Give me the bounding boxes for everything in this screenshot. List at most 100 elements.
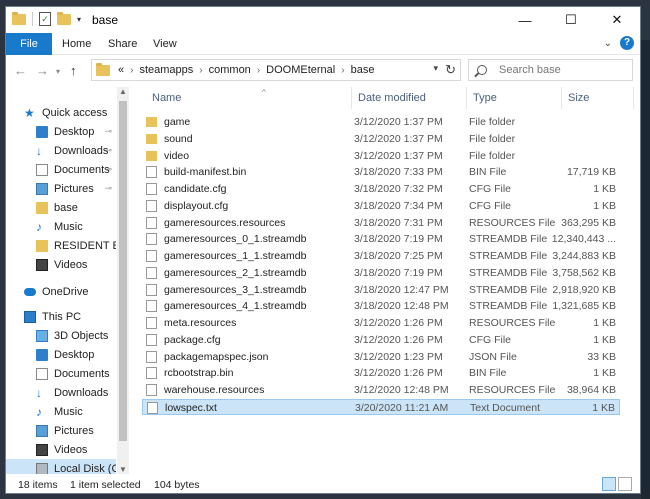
chevron-right-icon[interactable]: › bbox=[199, 65, 202, 76]
file-date: 3/12/2020 1:26 PM bbox=[354, 317, 443, 329]
close-button[interactable]: ✕ bbox=[594, 7, 640, 33]
sidebar-item[interactable]: ↓ Downloads ⊸ bbox=[6, 141, 116, 160]
table-row[interactable]: gameresources_0_1.streamdb 3/18/2020 7:19… bbox=[142, 231, 620, 248]
sidebar-item[interactable]: Pictures ⊸ bbox=[6, 179, 116, 198]
table-row[interactable]: warehouse.resources 3/12/2020 12:48 PM RES… bbox=[142, 382, 620, 399]
table-row[interactable]: package.cfg 3/12/2020 1:26 PM CFG File 1 KB bbox=[142, 332, 620, 349]
breadcrumb-item[interactable]: steamapps bbox=[139, 64, 193, 76]
minimize-button[interactable]: — bbox=[502, 7, 548, 33]
nav-scrollbar[interactable]: ▲ ▼ bbox=[117, 87, 129, 474]
table-row[interactable]: gameresources_2_1.streamdb 3/18/2020 7:19… bbox=[142, 265, 620, 282]
folder-icon bbox=[36, 201, 48, 214]
tab-share[interactable]: Share bbox=[98, 33, 147, 55]
sidebar-item[interactable]: RESIDENT EVIL 2 bbox=[6, 236, 116, 255]
chevron-right-icon[interactable]: › bbox=[257, 65, 260, 76]
file-name: gameresources_3_1.streamdb bbox=[164, 283, 307, 296]
sidebar-item[interactable]: Desktop bbox=[6, 345, 116, 364]
address-dropdown-icon[interactable]: ▾ bbox=[433, 63, 438, 74]
computer-icon bbox=[24, 310, 36, 323]
column-header-date[interactable]: Date modified bbox=[352, 87, 467, 109]
scroll-thumb[interactable] bbox=[119, 101, 127, 441]
properties-icon[interactable]: ✓ bbox=[39, 12, 51, 26]
sidebar-item[interactable]: OneDrive bbox=[6, 282, 116, 301]
details-view-button[interactable] bbox=[602, 477, 616, 491]
videos-icon bbox=[36, 443, 48, 456]
table-row[interactable]: gameresources_3_1.streamdb 3/18/2020 12:4… bbox=[142, 282, 620, 299]
column-label: Date modified bbox=[358, 92, 426, 104]
file-name: gameresources_4_1.streamdb bbox=[164, 300, 307, 313]
table-row[interactable]: gameresources_1_1.streamdb 3/18/2020 7:25… bbox=[142, 248, 620, 265]
recent-locations-icon[interactable]: ▾ bbox=[56, 67, 60, 76]
table-row[interactable]: lowspec.txt 3/20/2020 11:21 AM Text Docume… bbox=[142, 398, 620, 416]
file-icon bbox=[146, 266, 157, 279]
sidebar-item[interactable]: ♪ Music bbox=[6, 217, 116, 236]
table-row[interactable]: packagemapspec.json 3/12/2020 1:23 PM JSON… bbox=[142, 349, 620, 366]
download-icon: ↓ bbox=[36, 143, 42, 158]
table-row[interactable]: gameresources_4_1.streamdb 3/18/2020 12:4… bbox=[142, 298, 620, 315]
desktop-icon bbox=[36, 348, 48, 361]
file-icon bbox=[146, 199, 157, 212]
scroll-down-icon[interactable]: ▼ bbox=[119, 465, 127, 474]
help-icon[interactable]: ? bbox=[620, 36, 634, 50]
file-size: 1 KB bbox=[593, 367, 616, 380]
sidebar-item[interactable]: Documents ⊸ bbox=[6, 160, 116, 179]
new-folder-icon[interactable] bbox=[57, 11, 71, 25]
table-row[interactable]: rcbootstrap.bin 3/12/2020 1:26 PM BIN File… bbox=[142, 365, 620, 382]
sidebar-item[interactable]: ↓ Downloads bbox=[6, 383, 116, 402]
maximize-button[interactable]: ☐ bbox=[548, 7, 594, 33]
tab-file[interactable]: File bbox=[6, 33, 52, 55]
table-row[interactable]: gameresources.resources 3/18/2020 7:31 PM… bbox=[142, 215, 620, 232]
music-icon: ♪ bbox=[36, 219, 42, 234]
up-arrow-icon[interactable]: ↑ bbox=[70, 63, 77, 78]
file-size: 1 KB bbox=[593, 317, 616, 329]
sidebar-item-label: OneDrive bbox=[42, 285, 89, 298]
breadcrumb-overflow[interactable]: « bbox=[118, 64, 124, 76]
breadcrumb-item[interactable]: DOOMEternal bbox=[266, 64, 335, 76]
customize-toolbar-icon[interactable]: ▾ bbox=[77, 15, 81, 24]
breadcrumb-item[interactable]: base bbox=[351, 64, 375, 76]
address-row: ← → ▾ ↑ « › steamapps › common › DOOMEte… bbox=[6, 55, 640, 85]
table-row[interactable]: meta.resources 3/12/2020 1:26 PM RESOURCES… bbox=[142, 315, 620, 332]
file-size: 363,295 KB bbox=[561, 216, 616, 229]
table-row[interactable]: build-manifest.bin 3/18/2020 7:33 PM BIN F… bbox=[142, 164, 620, 181]
file-size: 1 KB bbox=[593, 333, 616, 346]
large-icons-view-button[interactable] bbox=[618, 477, 632, 491]
scroll-up-icon[interactable]: ▲ bbox=[119, 87, 127, 96]
sidebar-item[interactable]: Desktop ⊸ bbox=[6, 122, 116, 141]
table-row[interactable]: candidate.cfg 3/18/2020 7:32 PM CFG File 1 … bbox=[142, 181, 620, 198]
sidebar-item[interactable]: Videos bbox=[6, 440, 116, 459]
sidebar-item[interactable]: 3D Objects bbox=[6, 326, 116, 345]
table-row[interactable]: sound 3/12/2020 1:37 PM File folder bbox=[142, 131, 620, 148]
window-title: base bbox=[92, 13, 119, 27]
sidebar-item[interactable]: Documents bbox=[6, 364, 116, 383]
sidebar-item-label: Downloads bbox=[54, 386, 109, 399]
tab-view[interactable]: View bbox=[143, 33, 187, 55]
file-type: CFG File bbox=[469, 199, 511, 212]
pictures-icon bbox=[36, 424, 48, 437]
sidebar-item[interactable]: ♪ Music bbox=[6, 402, 116, 421]
sidebar-item[interactable]: base bbox=[6, 198, 116, 217]
table-row[interactable]: game 3/12/2020 1:37 PM File folder bbox=[142, 114, 620, 131]
sidebar-item[interactable]: Videos bbox=[6, 255, 116, 274]
file-icon bbox=[146, 317, 157, 329]
search-input[interactable]: Search base bbox=[468, 59, 633, 81]
column-header-name[interactable]: ^ Name bbox=[146, 87, 352, 109]
file-icon bbox=[146, 333, 157, 346]
sidebar-item[interactable]: ★ Quick access bbox=[6, 103, 116, 122]
sidebar-item[interactable]: Pictures bbox=[6, 421, 116, 440]
expand-ribbon-icon[interactable]: ⌄ bbox=[604, 38, 612, 49]
breadcrumb-item[interactable]: common bbox=[209, 64, 251, 76]
refresh-icon[interactable]: ↻ bbox=[445, 62, 456, 78]
table-row[interactable]: displayout.cfg 3/18/2020 7:34 PM CFG File 1… bbox=[142, 198, 620, 215]
sidebar-item[interactable]: This PC bbox=[6, 307, 116, 326]
forward-arrow-icon[interactable]: → bbox=[36, 63, 49, 78]
tab-home[interactable]: Home bbox=[52, 33, 101, 55]
column-header-type[interactable]: Type bbox=[467, 87, 562, 109]
address-bar[interactable]: « › steamapps › common › DOOMEternal › b… bbox=[91, 59, 461, 81]
chevron-right-icon[interactable]: › bbox=[341, 65, 344, 76]
table-row[interactable]: video 3/12/2020 1:37 PM File folder bbox=[142, 148, 620, 165]
back-arrow-icon[interactable]: ← bbox=[14, 63, 27, 78]
column-header-size[interactable]: Size bbox=[562, 87, 634, 109]
file-date: 3/18/2020 7:33 PM bbox=[354, 166, 443, 179]
documents-icon bbox=[36, 163, 48, 176]
